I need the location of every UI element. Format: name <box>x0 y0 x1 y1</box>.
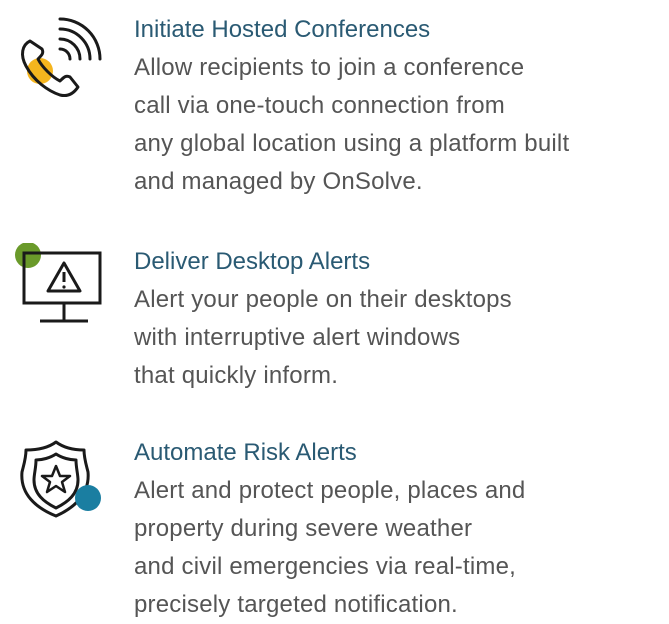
feature-desc-line: that quickly inform. <box>134 362 339 389</box>
feature-desc-line: any global location using a platform bui… <box>134 130 570 157</box>
feature-text: Initiate Hosted Conferences Allow recipi… <box>134 11 664 201</box>
monitor-alert-icon <box>8 242 108 343</box>
shield-star-icon <box>8 434 108 534</box>
feature-desc-line: Alert your people on their desktops <box>134 286 512 313</box>
phone-call-icon <box>8 11 108 111</box>
feature-text: Automate Risk Alerts Alert and protect p… <box>134 434 664 624</box>
feature-title: Deliver Desktop Alerts <box>134 248 371 275</box>
feature-title: Initiate Hosted Conferences <box>134 16 431 43</box>
feature-text: Deliver Desktop Alerts Alert your people… <box>134 243 664 395</box>
feature-desc-line: call via one-touch connection from <box>134 92 505 119</box>
feature-desc-line: and civil emergencies via real-time, <box>134 553 517 580</box>
feature-desc-line: property during severe weather <box>134 515 473 542</box>
feature-desc-line: precisely targeted notification. <box>134 591 458 618</box>
feature-desc-line: Alert and protect people, places and <box>134 477 526 504</box>
feature-desc-line: and managed by OnSolve. <box>134 168 423 195</box>
feature-desc-line: Allow recipients to join a conference <box>134 54 525 81</box>
feature-title: Automate Risk Alerts <box>134 439 357 466</box>
feature-desc-line: with interruptive alert windows <box>134 324 461 351</box>
